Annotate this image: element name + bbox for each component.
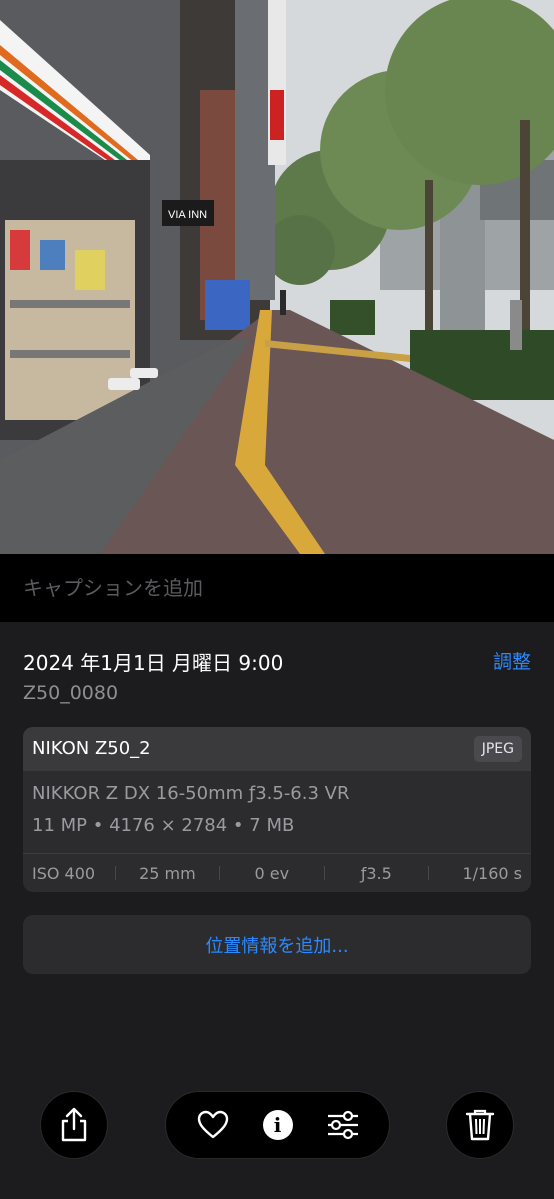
photo-date: 2024 年1月1日 月曜日 9:00 xyxy=(23,651,284,675)
photo[interactable]: VIA INN xyxy=(0,0,554,554)
exif-row: ISO 400 25 mm 0 ev ƒ3.5 1/160 s xyxy=(23,854,531,892)
exif-iso: ISO 400 xyxy=(32,863,96,883)
exif-aperture: ƒ3.5 xyxy=(360,863,392,883)
info-icon: i xyxy=(262,1110,293,1140)
lens-name: NIKKOR Z DX 16-50mm ƒ3.5-6.3 VR xyxy=(32,783,350,804)
format-badge: JPEG xyxy=(473,736,522,762)
exif-exposure-value: 0 ev xyxy=(254,863,290,883)
info-button[interactable]: i xyxy=(256,1103,300,1147)
camera-info-card: NIKON Z50_2 JPEG NIKKOR Z DX 16-50mm ƒ3.… xyxy=(23,727,531,892)
adjust-button[interactable] xyxy=(321,1103,365,1147)
trash-icon xyxy=(465,1109,495,1141)
image-specs: 11 MP • 4176 × 2784 • 7 MB xyxy=(32,815,295,836)
heart-icon xyxy=(197,1110,228,1139)
caption-area xyxy=(0,554,554,622)
sliders-icon xyxy=(327,1110,358,1140)
favorite-button[interactable] xyxy=(191,1103,235,1147)
caption-input[interactable] xyxy=(23,572,523,604)
exif-shutter-speed: 1/160 s xyxy=(462,863,522,883)
hotel-sign: VIA INN xyxy=(168,209,207,221)
delete-button[interactable] xyxy=(446,1091,514,1159)
photo-filename: Z50_0080 xyxy=(23,682,119,704)
add-location-button[interactable]: 位置情報を追加... xyxy=(23,915,531,974)
photo-viewer: VIA INN 2024 年1月1日 月曜日 9:00 調整 Z50_0080 xyxy=(0,0,554,1199)
share-icon xyxy=(61,1107,87,1142)
center-toolbar: i xyxy=(165,1091,390,1159)
share-button[interactable] xyxy=(40,1091,108,1159)
street-photo: VIA INN xyxy=(0,0,554,554)
exif-focal-length: 25 mm xyxy=(139,863,196,883)
camera-info-header: NIKON Z50_2 JPEG xyxy=(23,727,531,771)
camera-name: NIKON Z50_2 xyxy=(32,738,151,759)
adjust-date-button[interactable]: 調整 xyxy=(493,647,531,674)
